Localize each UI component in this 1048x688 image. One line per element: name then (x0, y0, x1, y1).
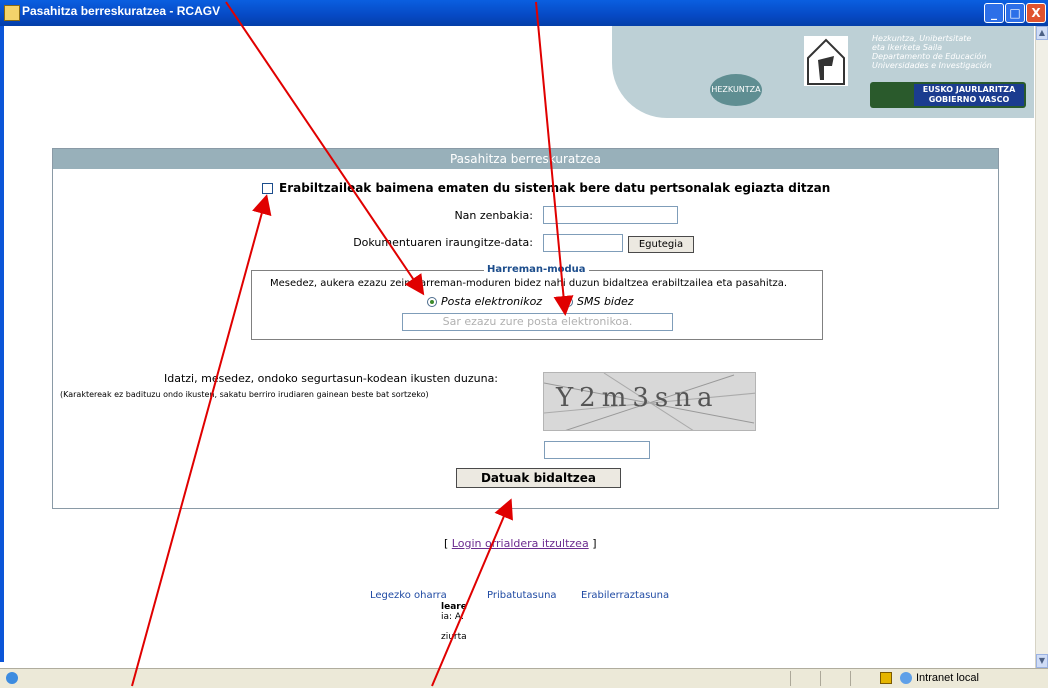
scroll-up-arrow-icon[interactable]: ▲ (1036, 26, 1048, 40)
lock-icon (880, 672, 892, 685)
status-separator (820, 671, 821, 686)
expiry-date-label: Dokumentuaren iraungitze-data: (353, 236, 533, 249)
captcha-input[interactable] (544, 441, 650, 459)
calendar-button[interactable]: Egutegia (628, 236, 694, 253)
hezkuntza-badge: HEZKUNTZA (710, 74, 762, 106)
captcha-label: Idatzi, mesedez, ondoko segurtasun-kodea… (164, 372, 499, 385)
email-option[interactable]: Posta elektronikoz (427, 295, 542, 308)
email-radio[interactable] (427, 297, 437, 307)
basque-government-label: EUSKO JAURLARITZA GOBIERNO VASCO (914, 84, 1024, 106)
status-separator (850, 671, 851, 686)
ie-page-icon (4, 5, 20, 21)
close-button[interactable]: X (1026, 3, 1046, 23)
department-logo (804, 36, 848, 86)
email-input[interactable]: Sar ezazu zure posta elektronikoa. (402, 313, 673, 331)
captcha-image[interactable]: Y2m3sna (543, 372, 756, 431)
captcha-hint: (Karaktereak ez badituzu ondo ikusten, s… (60, 390, 429, 399)
status-separator (790, 671, 791, 686)
submit-button[interactable]: Datuak bidaltzea (456, 468, 621, 488)
vertical-scrollbar[interactable]: ▲ ▼ (1035, 26, 1048, 668)
expiry-date-input[interactable] (543, 234, 623, 252)
sms-option-label: SMS bidez (577, 295, 634, 308)
consent-label: Erabiltzaileak baimena ematen du sistema… (279, 181, 831, 195)
email-option-label: Posta elektronikoz (441, 295, 543, 308)
privacy-link[interactable]: Pribatutasuna (487, 590, 557, 601)
back-to-login: [ Login orrialdera itzultzea ] (444, 537, 597, 550)
scroll-down-arrow-icon[interactable]: ▼ (1036, 654, 1048, 668)
legal-link[interactable]: Legezko oharra (370, 590, 447, 601)
footer-fragment-2: ia: A: (441, 612, 464, 622)
captcha-characters: Y2m3sna (556, 383, 719, 413)
nan-label: Nan zenbakia: (454, 209, 533, 222)
footer-fragment-3: ziurta (441, 632, 467, 642)
sms-option[interactable]: SMS bidez (563, 295, 634, 308)
panel-title: Pasahitza berreskuratzea (53, 149, 998, 169)
security-zone: Intranet local (880, 672, 979, 685)
nan-input[interactable] (543, 206, 678, 224)
window-titlebar: Pasahitza berreskuratzea - RCAGV _ □ X (0, 0, 1048, 26)
minimize-button[interactable]: _ (984, 3, 1004, 23)
back-to-login-link[interactable]: Login orrialdera itzultzea (452, 537, 589, 550)
window-frame-left (0, 26, 4, 662)
consent-checkbox[interactable] (262, 183, 273, 194)
department-name: Hezkuntza, Unibertsitate eta Ikerketa Sa… (872, 34, 992, 70)
maximize-button[interactable]: □ (1005, 3, 1025, 23)
page-status-icon (6, 672, 18, 684)
footer-fragment-1: leare (441, 602, 467, 612)
intranet-globe-icon (900, 672, 912, 685)
contact-method-instructions: Mesedez, aukera ezazu zein harreman-modu… (270, 278, 788, 289)
status-bar: Intranet local (0, 668, 1048, 688)
contact-method-legend: Harreman-modua (484, 264, 589, 275)
window-title: Pasahitza berreskuratzea - RCAGV (22, 4, 221, 18)
accessibility-link[interactable]: Erabilerraztasuna (581, 590, 669, 601)
sms-radio[interactable] (563, 297, 573, 307)
consent-row: Erabiltzaileak baimena ematen du sistema… (262, 181, 830, 195)
